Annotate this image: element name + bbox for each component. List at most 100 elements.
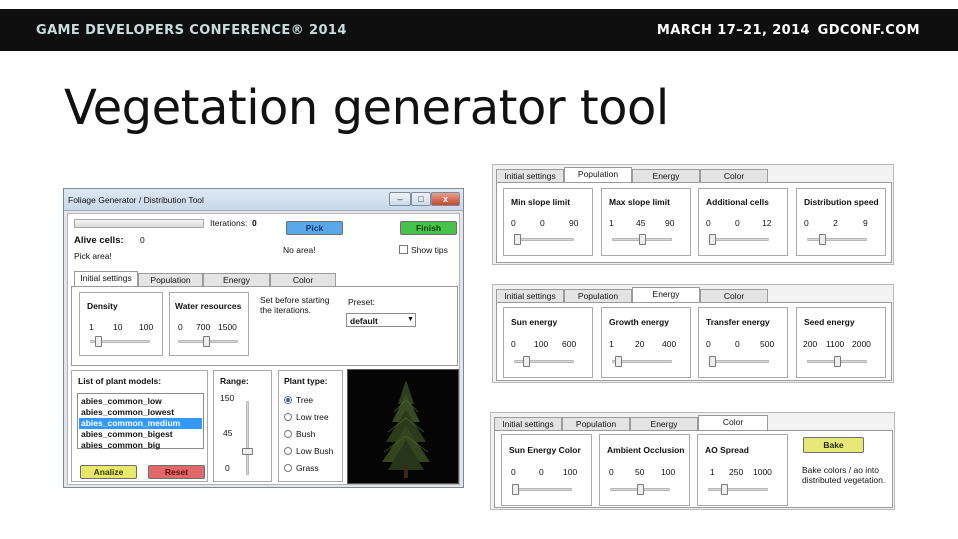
ao-spread-slider-thumb[interactable] <box>721 484 729 495</box>
ao-spread-slider[interactable] <box>708 488 768 491</box>
show-tips-checkbox[interactable] <box>399 245 408 254</box>
plant-type-radio-grass[interactable] <box>284 464 292 472</box>
transfer-energy-max: 500 <box>760 339 775 349</box>
density-min: 1 <box>89 322 94 332</box>
tab-color[interactable]: Color <box>700 169 768 182</box>
conference-dates: MARCH 17–21, 2014 <box>656 23 810 38</box>
sun-energy-max: 600 <box>562 339 577 349</box>
preset-value: default <box>350 316 378 326</box>
list-item[interactable]: abies_common_low <box>79 396 202 407</box>
plant-type-low-bush: Low Bush <box>296 446 334 456</box>
iterations-value: 0 <box>252 218 257 228</box>
tab-population[interactable]: Population <box>564 289 632 302</box>
pick-button[interactable]: Pick <box>286 221 343 235</box>
growth-energy-slider-thumb[interactable] <box>614 356 622 367</box>
preset-dropdown[interactable]: default ▼ <box>346 313 416 327</box>
ao-spread-group: AO Spread 1 250 1000 <box>697 434 788 506</box>
settings-hint: Set before starting the iterations. <box>260 295 330 315</box>
plant-preview-viewport[interactable] <box>347 369 459 484</box>
window-titlebar[interactable]: Foliage Generator / Distribution Tool – … <box>64 189 463 211</box>
tab-initial-settings[interactable]: Initial settings <box>74 271 138 286</box>
maximize-icon[interactable]: □ <box>411 192 431 206</box>
additional-cells-slider[interactable] <box>709 238 769 241</box>
bake-button[interactable]: Bake <box>803 437 864 453</box>
min-slope-slider[interactable] <box>514 238 574 241</box>
transfer-energy-value: 0 <box>735 339 740 349</box>
sun-energy-color-slider-thumb[interactable] <box>512 484 519 495</box>
tab-color[interactable]: Color <box>270 273 336 286</box>
plant-type-radio-low-bush[interactable] <box>284 447 292 455</box>
tab-population[interactable]: Population <box>562 417 630 430</box>
sun-energy-color-value: 0 <box>539 467 544 477</box>
analize-button[interactable]: Analize <box>80 465 137 479</box>
window-title: Foliage Generator / Distribution Tool <box>68 195 204 205</box>
density-max: 100 <box>139 322 154 332</box>
seed-energy-slider-thumb[interactable] <box>833 356 841 367</box>
ambient-occlusion-min: 0 <box>609 467 614 477</box>
conference-name: GAME DEVELOPERS CONFERENCE® 2014 <box>36 23 347 38</box>
tab-color[interactable]: Color <box>698 415 768 430</box>
tab-color[interactable]: Color <box>700 289 768 302</box>
max-slope-slider-thumb[interactable] <box>638 234 646 245</box>
tab-energy[interactable]: Energy <box>203 273 270 286</box>
tab-energy[interactable]: Energy <box>632 287 700 302</box>
growth-energy-label: Growth energy <box>609 317 669 327</box>
distribution-speed-min: 0 <box>804 218 809 228</box>
max-slope-label: Max slope limit <box>609 197 670 207</box>
alive-cells-label: Alive cells: <box>74 235 124 246</box>
plant-type-grass: Grass <box>296 463 319 473</box>
sun-energy-color-max: 100 <box>563 467 578 477</box>
distribution-speed-slider-thumb[interactable] <box>818 234 826 245</box>
list-item[interactable]: abies_common_bigest <box>79 429 202 440</box>
slide-title: Vegetation generator tool <box>64 80 669 136</box>
plant-type-radio-low-tree[interactable] <box>284 413 292 421</box>
range-slider[interactable] <box>246 401 249 475</box>
distribution-speed-slider[interactable] <box>807 238 867 241</box>
sun-energy-slider-thumb[interactable] <box>523 356 530 367</box>
additional-cells-slider-thumb[interactable] <box>709 234 716 245</box>
transfer-energy-group: Transfer energy 0 0 500 <box>698 307 788 378</box>
tab-energy[interactable]: Energy <box>632 169 700 182</box>
range-slider-thumb[interactable] <box>242 447 253 455</box>
plant-type-radio-bush[interactable] <box>284 430 292 438</box>
min-slope-slider-thumb[interactable] <box>514 234 521 245</box>
ambient-occlusion-value: 50 <box>635 467 645 477</box>
tab-energy[interactable]: Energy <box>630 417 698 430</box>
energy-settings-panel: Initial settings Population Energy Color… <box>492 284 894 383</box>
minimize-icon[interactable]: – <box>389 192 411 206</box>
water-slider-thumb[interactable] <box>202 336 210 347</box>
tab-initial-settings[interactable]: Initial settings <box>496 289 564 302</box>
no-area-message: No area! <box>283 245 316 255</box>
plant-type-group: Plant type: Tree Low tree Bush Low Bush … <box>278 370 343 482</box>
iterations-label: Iterations: <box>210 218 248 228</box>
list-item[interactable]: abies_common_big <box>79 440 202 451</box>
tab-population[interactable]: Population <box>138 273 203 286</box>
sun-energy-color-slider[interactable] <box>512 488 572 491</box>
reset-button[interactable]: Reset <box>148 465 205 479</box>
list-item[interactable]: abies_common_lowest <box>79 407 202 418</box>
tab-initial-settings[interactable]: Initial settings <box>494 417 562 430</box>
ao-spread-label: AO Spread <box>705 445 749 455</box>
density-slider-thumb[interactable] <box>94 336 102 347</box>
transfer-energy-slider-thumb[interactable] <box>709 356 716 367</box>
show-tips-label: Show tips <box>411 245 448 255</box>
plant-type-bush: Bush <box>296 429 316 439</box>
seed-energy-value: 1100 <box>826 339 845 349</box>
preset-label: Preset: <box>348 297 375 307</box>
sun-energy-group: Sun energy 0 100 600 <box>503 307 593 378</box>
range-group: Range: 150 45 0 <box>213 370 272 482</box>
finish-button[interactable]: Finish <box>400 221 457 235</box>
close-icon[interactable]: x <box>431 192 460 206</box>
ambient-occlusion-slider-thumb[interactable] <box>636 484 644 495</box>
range-top: 150 <box>220 393 235 403</box>
plant-models-list[interactable]: abies_common_low abies_common_lowest abi… <box>77 393 204 451</box>
tab-population[interactable]: Population <box>564 167 632 182</box>
distribution-speed-max: 9 <box>863 218 868 228</box>
list-item[interactable]: abies_common_medium <box>79 418 202 429</box>
energy-tab-body: Sun energy 0 100 600 Growth energy 1 20 … <box>496 302 892 381</box>
min-slope-value: 0 <box>540 218 545 228</box>
additional-cells-group: Additional cells 0 0 12 <box>698 188 788 256</box>
plant-type-radio-tree[interactable] <box>284 396 292 404</box>
transfer-energy-slider[interactable] <box>709 360 769 363</box>
tab-initial-settings[interactable]: Initial settings <box>496 169 564 182</box>
